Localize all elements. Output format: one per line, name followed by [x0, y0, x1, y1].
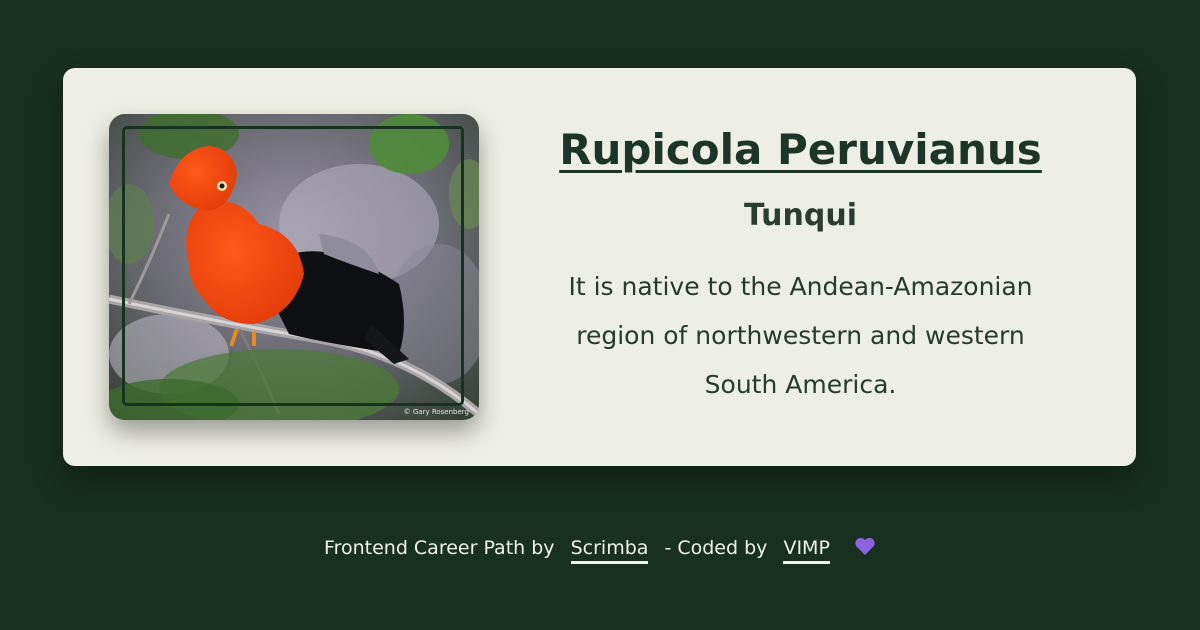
species-common-name: Tunqui: [744, 198, 857, 233]
species-title: Rupicola Peruvianus: [559, 125, 1042, 174]
species-text: Rupicola Peruvianus Tunqui It is native …: [533, 124, 1068, 409]
footer-middle: - Coded by: [664, 537, 768, 559]
species-description: It is native to the Andean-Amazonian reg…: [568, 272, 1033, 399]
bird-illustration: [109, 114, 479, 420]
species-card: © Gary Rosenberg Rupicola Peruvianus Tun…: [63, 68, 1136, 466]
footer-prefix: Frontend Career Path by: [324, 537, 555, 559]
bird-photo: © Gary Rosenberg: [109, 114, 479, 420]
purple-heart-icon: [854, 536, 876, 561]
page-footer: Frontend Career Path by Scrimba - Coded …: [0, 536, 1200, 564]
scrimba-link[interactable]: Scrimba: [570, 537, 649, 564]
photo-credit: © Gary Rosenberg: [403, 408, 469, 416]
author-link[interactable]: VIMP: [783, 537, 830, 564]
